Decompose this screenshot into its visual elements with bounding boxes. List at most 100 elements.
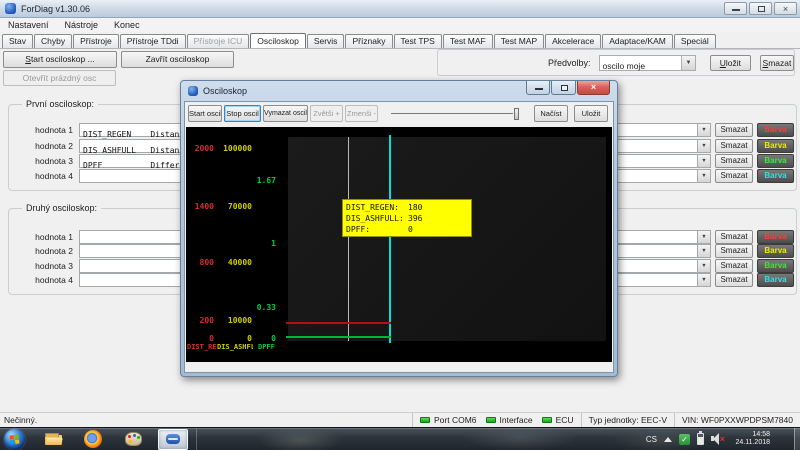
- tab-pristroje-tddi[interactable]: Přístroje TDdi: [120, 34, 186, 48]
- tab-osciloskop[interactable]: Osciloskop: [250, 33, 306, 48]
- menubar: Nastavení Nástroje Konec: [0, 18, 800, 32]
- vymazat-oscil-button[interactable]: Vymazat oscil: [263, 105, 308, 122]
- tab-adaptace-kam[interactable]: Adaptace/KAM: [602, 34, 673, 48]
- close-button[interactable]: ×: [774, 2, 797, 15]
- minimize-button[interactable]: [526, 81, 550, 95]
- row-label: hodnota 3: [21, 154, 73, 168]
- taskbar-fordiag-button[interactable]: [158, 429, 188, 450]
- battery-icon[interactable]: [697, 433, 704, 445]
- start-oscil-button[interactable]: Start oscil: [188, 105, 222, 122]
- tab-special[interactable]: Speciál: [674, 34, 716, 48]
- tab-akcelerace[interactable]: Akcelerace: [545, 34, 601, 48]
- row-label: hodnota 2: [21, 139, 73, 153]
- chevron-down-icon[interactable]: ▼: [697, 155, 710, 167]
- antivirus-tray-icon[interactable]: ✓: [679, 434, 690, 445]
- smazat-button[interactable]: Smazat: [715, 230, 753, 244]
- smazat-button[interactable]: Smazat: [715, 273, 753, 287]
- show-desktop-button[interactable]: [794, 428, 800, 450]
- zavrit-osciloskop-button[interactable]: Zavřít osciloskop: [121, 51, 234, 68]
- chevron-down-icon[interactable]: ▼: [697, 231, 710, 243]
- slider-handle[interactable]: [514, 108, 519, 120]
- ulozit-button[interactable]: Uložit: [574, 105, 608, 122]
- presets-combobox[interactable]: oscilo moje ▼: [599, 55, 696, 71]
- menu-nastaveni[interactable]: Nastavení: [0, 18, 57, 32]
- chevron-down-icon[interactable]: ▼: [697, 124, 710, 136]
- tab-priznaky[interactable]: Příznaky: [345, 34, 392, 48]
- barva-button[interactable]: Barva: [757, 139, 794, 153]
- taskbar-paint-button[interactable]: [118, 429, 148, 450]
- barva-button[interactable]: Barva: [757, 244, 794, 258]
- scope-display[interactable]: 2000 1400 800 200 0 100000 70000 40000 1…: [186, 127, 612, 362]
- menu-nastroje[interactable]: Nástroje: [57, 18, 107, 32]
- restore-button[interactable]: [749, 2, 772, 15]
- barva-button[interactable]: Barva: [757, 259, 794, 273]
- smazat-button[interactable]: Smazat: [715, 123, 753, 137]
- scale-yellow-tick: 100000: [218, 144, 252, 153]
- scale-red-tick: 200: [188, 316, 214, 325]
- osc-titlebar[interactable]: Osciloskop ×: [181, 81, 617, 101]
- close-button[interactable]: ×: [577, 81, 610, 95]
- barva-button[interactable]: Barva: [757, 123, 794, 137]
- row-label: hodnota 1: [21, 123, 73, 137]
- minimize-button[interactable]: [724, 2, 747, 15]
- taskbar-firefox-button[interactable]: [78, 429, 108, 450]
- maximize-button[interactable]: [551, 81, 576, 95]
- minimize-icon: [535, 88, 543, 90]
- menu-konec[interactable]: Konec: [106, 18, 148, 32]
- barva-button[interactable]: Barva: [757, 154, 794, 168]
- tabstrip: Stav Chyby Přístroje Přístroje TDdi Přís…: [2, 32, 798, 48]
- zoom-slider[interactable]: [391, 108, 519, 120]
- chevron-down-icon[interactable]: ▼: [681, 56, 695, 70]
- tab-servis[interactable]: Servis: [307, 34, 345, 48]
- preset-save-button[interactable]: Uložit: [710, 55, 751, 71]
- system-tray: CS ✓ ×: [646, 428, 724, 450]
- barva-button[interactable]: Barva: [757, 230, 794, 244]
- barva-button[interactable]: Barva: [757, 273, 794, 287]
- chevron-down-icon[interactable]: ▼: [697, 140, 710, 152]
- vin: VIN: WF0PXXWPDPSM7840: [674, 413, 800, 427]
- hidden-icons-chevron-icon[interactable]: [664, 437, 672, 442]
- tab-stav[interactable]: Stav: [2, 34, 33, 48]
- screen: ForDiag v1.30.06 × Nastavení Nástroje Ko…: [0, 0, 800, 450]
- tooltip-line: DIST_REGEN: 180: [346, 202, 468, 213]
- tab-chyby[interactable]: Chyby: [34, 34, 72, 48]
- scope-plot-area[interactable]: [288, 137, 606, 341]
- tab-test-map[interactable]: Test MAP: [494, 34, 544, 48]
- smazat-button[interactable]: Smazat: [715, 169, 753, 183]
- start-osciloskop-button[interactable]: Start osciloskop ...: [3, 51, 117, 68]
- smazat-button[interactable]: Smazat: [715, 259, 753, 273]
- green-led-icon: [542, 417, 552, 423]
- value-text: [80, 280, 83, 289]
- tab-pristroje[interactable]: Přístroje: [73, 34, 119, 48]
- tab-test-tps[interactable]: Test TPS: [394, 34, 442, 48]
- smazat-button[interactable]: Smazat: [715, 244, 753, 258]
- preset-delete-button[interactable]: Smazat: [760, 55, 794, 71]
- oscilloscope-window[interactable]: Osciloskop × Start oscil Stop oscil Vyma…: [180, 80, 618, 377]
- otevrit-prazdny-osc-button: Otevřít prázdný osc: [3, 70, 116, 86]
- osc-window-controls: ×: [525, 81, 610, 95]
- barva-button[interactable]: Barva: [757, 169, 794, 183]
- chevron-down-icon[interactable]: ▼: [697, 245, 710, 257]
- start-button[interactable]: [4, 429, 25, 450]
- statusbar: Nečinný. Port COM6 Interface ECU: [0, 412, 800, 427]
- chevron-down-icon[interactable]: ▼: [697, 170, 710, 182]
- chevron-down-icon[interactable]: ▼: [697, 274, 710, 286]
- chevron-down-icon[interactable]: ▼: [697, 260, 710, 272]
- taskbar: CS ✓ × 14:58 24.11.2018: [0, 427, 800, 450]
- tray-clock[interactable]: 14:58 24.11.2018: [735, 428, 770, 450]
- taskbar-explorer-button[interactable]: [38, 429, 68, 450]
- tab-test-maf[interactable]: Test MAF: [443, 34, 493, 48]
- main-titlebar: ForDiag v1.30.06 ×: [0, 0, 800, 18]
- first-group-title: První osciloskop:: [22, 99, 98, 109]
- app-icon: [5, 3, 16, 14]
- tooltip-name: DIST_REGEN:: [346, 202, 408, 213]
- smazat-button[interactable]: Smazat: [715, 139, 753, 153]
- volume-muted-icon[interactable]: ×: [711, 433, 724, 445]
- stop-oscil-button[interactable]: Stop oscil: [224, 105, 261, 122]
- scale-red-tick: 800: [188, 258, 214, 267]
- status-right: Port COM6 Interface ECU Typ jednotky: EE…: [412, 413, 800, 427]
- nacist-button[interactable]: Načíst: [534, 105, 568, 122]
- scope-value-tooltip: DIST_REGEN: 180 DIS_ASHFULL: 396 DPFF: 0: [342, 199, 472, 237]
- language-indicator[interactable]: CS: [646, 435, 657, 444]
- smazat-button[interactable]: Smazat: [715, 154, 753, 168]
